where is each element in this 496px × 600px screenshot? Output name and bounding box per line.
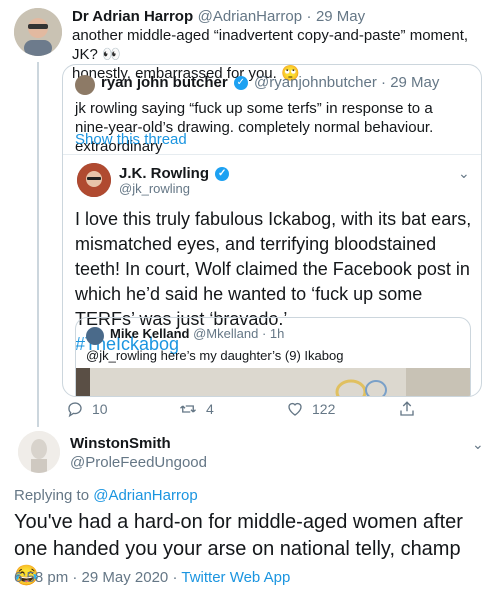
tweet1-author-name[interactable]: Dr Adrian Harrop [72, 8, 193, 25]
avatar-ryan-john-butcher [75, 75, 95, 95]
jk-author-name: J.K. Rowling ✓ [119, 165, 231, 182]
tweet2-author-handle[interactable]: @ProleFeedUngood [70, 454, 207, 471]
thread-line [37, 62, 39, 427]
like-icon [288, 402, 302, 416]
show-thread-link[interactable]: Show this thread [75, 131, 187, 148]
like-button[interactable]: 122 [286, 400, 335, 418]
separator: · [306, 8, 312, 25]
quote1-date: 29 May [390, 74, 440, 91]
tweet2-source[interactable]: Twitter Web App [181, 569, 290, 586]
divider [63, 154, 481, 155]
replying-prefix: Replying to [14, 487, 94, 504]
reply-icon [68, 402, 82, 418]
reply-count: 10 [92, 401, 108, 417]
drawing-image[interactable] [76, 368, 470, 396]
verified-badge-icon: ✓ [233, 76, 248, 91]
tweet1-header: Dr Adrian Harrop @AdrianHarrop · 29 May [72, 8, 365, 26]
quote2-author-name: Mike Kelland [110, 326, 190, 341]
replying-to: Replying to @AdrianHarrop [14, 487, 198, 504]
quoted-tweet-mike[interactable]: Mike Kelland @Mkelland · 1h @jk_rowling … [75, 317, 471, 396]
separator: · [72, 569, 78, 586]
avatar-winstonsmith[interactable] [18, 431, 60, 473]
separator: · [261, 326, 267, 341]
tweet2-author-name[interactable]: WinstonSmith [70, 435, 171, 452]
replying-to-link[interactable]: @AdrianHarrop [93, 487, 197, 504]
reply-button[interactable]: 10 [66, 400, 108, 418]
jk-text-body: I love this truly fabulous Ickabog, with… [75, 209, 472, 329]
chevron-down-icon[interactable]: ⌄ [458, 165, 470, 182]
tweet1-text-line1: another middle-aged “inadvertent copy-an… [72, 27, 469, 63]
retweet-button[interactable]: 4 [178, 400, 214, 418]
quote2-header: Mike Kelland @Mkelland · 1h [110, 326, 284, 341]
tweet1-date[interactable]: 29 May [316, 8, 365, 25]
tweet2-footer: 6:58 pm · 29 May 2020 · Twitter Web App [14, 569, 290, 586]
separator: · [381, 74, 387, 91]
quoted-tweet-ryan[interactable]: ryan john butcher ✓ @ryanjohnbutcher · 2… [62, 64, 482, 397]
quote1-header: ryan john butcher ✓ @ryanjohnbutcher · 2… [101, 74, 439, 91]
jk-name-text: J.K. Rowling [119, 165, 209, 182]
quote1-author-handle: @ryanjohnbutcher [254, 74, 377, 91]
share-icon [400, 401, 414, 416]
tweet1-author-handle[interactable]: @AdrianHarrop [198, 8, 302, 25]
avatar-jk-rowling [77, 163, 111, 197]
share-button[interactable] [398, 400, 416, 418]
quote2-author-handle: @Mkelland [193, 326, 259, 341]
avatar-mike-kelland [86, 327, 104, 345]
quote2-time: 1h [269, 326, 285, 341]
quote1-author-name: ryan john butcher [101, 74, 228, 91]
verified-badge-icon: ✓ [215, 167, 230, 182]
separator: · [172, 569, 178, 586]
quote2-text: @jk_rowling here’s my daughter’s (9) Ika… [86, 348, 344, 363]
retweet-count: 4 [206, 401, 214, 417]
chevron-down-icon[interactable]: ⌄ [472, 436, 484, 453]
tweet2-date[interactable]: 29 May 2020 [82, 569, 169, 586]
tweet2-time[interactable]: 6:58 pm [14, 569, 68, 586]
jk-author-handle: @jk_rowling [119, 181, 190, 196]
retweet-icon [180, 405, 196, 413]
avatar-adrian-harrop[interactable] [14, 8, 62, 56]
like-count: 122 [312, 401, 336, 417]
